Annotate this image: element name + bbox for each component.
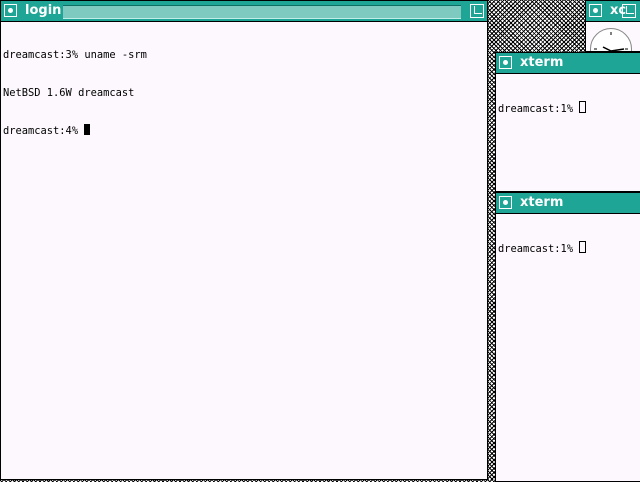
text-cursor xyxy=(84,124,91,135)
iconify-icon[interactable] xyxy=(589,4,602,17)
xterm-window-2[interactable]: xterm dreamcast:1% xyxy=(495,192,640,482)
resize-icon[interactable] xyxy=(470,4,484,18)
login-terminal[interactable]: dreamcast:3% uname -srm NetBSD 1.6W drea… xyxy=(3,24,487,479)
iconify-icon[interactable] xyxy=(499,196,512,209)
clock-window[interactable]: xc xyxy=(585,0,640,52)
resize-icon[interactable] xyxy=(622,4,636,18)
terminal-prompt: dreamcast:1% xyxy=(498,243,580,255)
iconify-icon[interactable] xyxy=(499,56,512,69)
login-title: login xyxy=(25,3,62,18)
clock-icon xyxy=(590,28,632,51)
xterm-window-1[interactable]: xterm dreamcast:1% xyxy=(495,52,640,192)
clock-titlebar[interactable]: xc xyxy=(586,1,640,22)
terminal-prompt: dreamcast:1% xyxy=(498,103,580,115)
terminal-line: NetBSD 1.6W dreamcast xyxy=(3,86,135,99)
iconify-icon[interactable] xyxy=(4,4,17,17)
xterm1-terminal[interactable]: dreamcast:1% xyxy=(498,76,640,191)
title-stripe xyxy=(63,5,461,19)
text-cursor xyxy=(579,101,587,113)
login-window[interactable]: login dreamcast:3% uname -srm NetBSD 1.6… xyxy=(0,0,488,480)
terminal-prompt: dreamcast:4% xyxy=(3,125,85,137)
xterm2-titlebar[interactable]: xterm xyxy=(496,193,640,214)
terminal-line: dreamcast:3% uname -srm xyxy=(3,49,147,61)
text-cursor xyxy=(579,241,587,253)
login-titlebar[interactable]: login xyxy=(1,1,487,22)
xterm1-titlebar[interactable]: xterm xyxy=(496,53,640,74)
xterm2-title: xterm xyxy=(520,195,564,210)
xterm1-title: xterm xyxy=(520,55,564,70)
xterm2-terminal[interactable]: dreamcast:1% xyxy=(498,216,640,481)
